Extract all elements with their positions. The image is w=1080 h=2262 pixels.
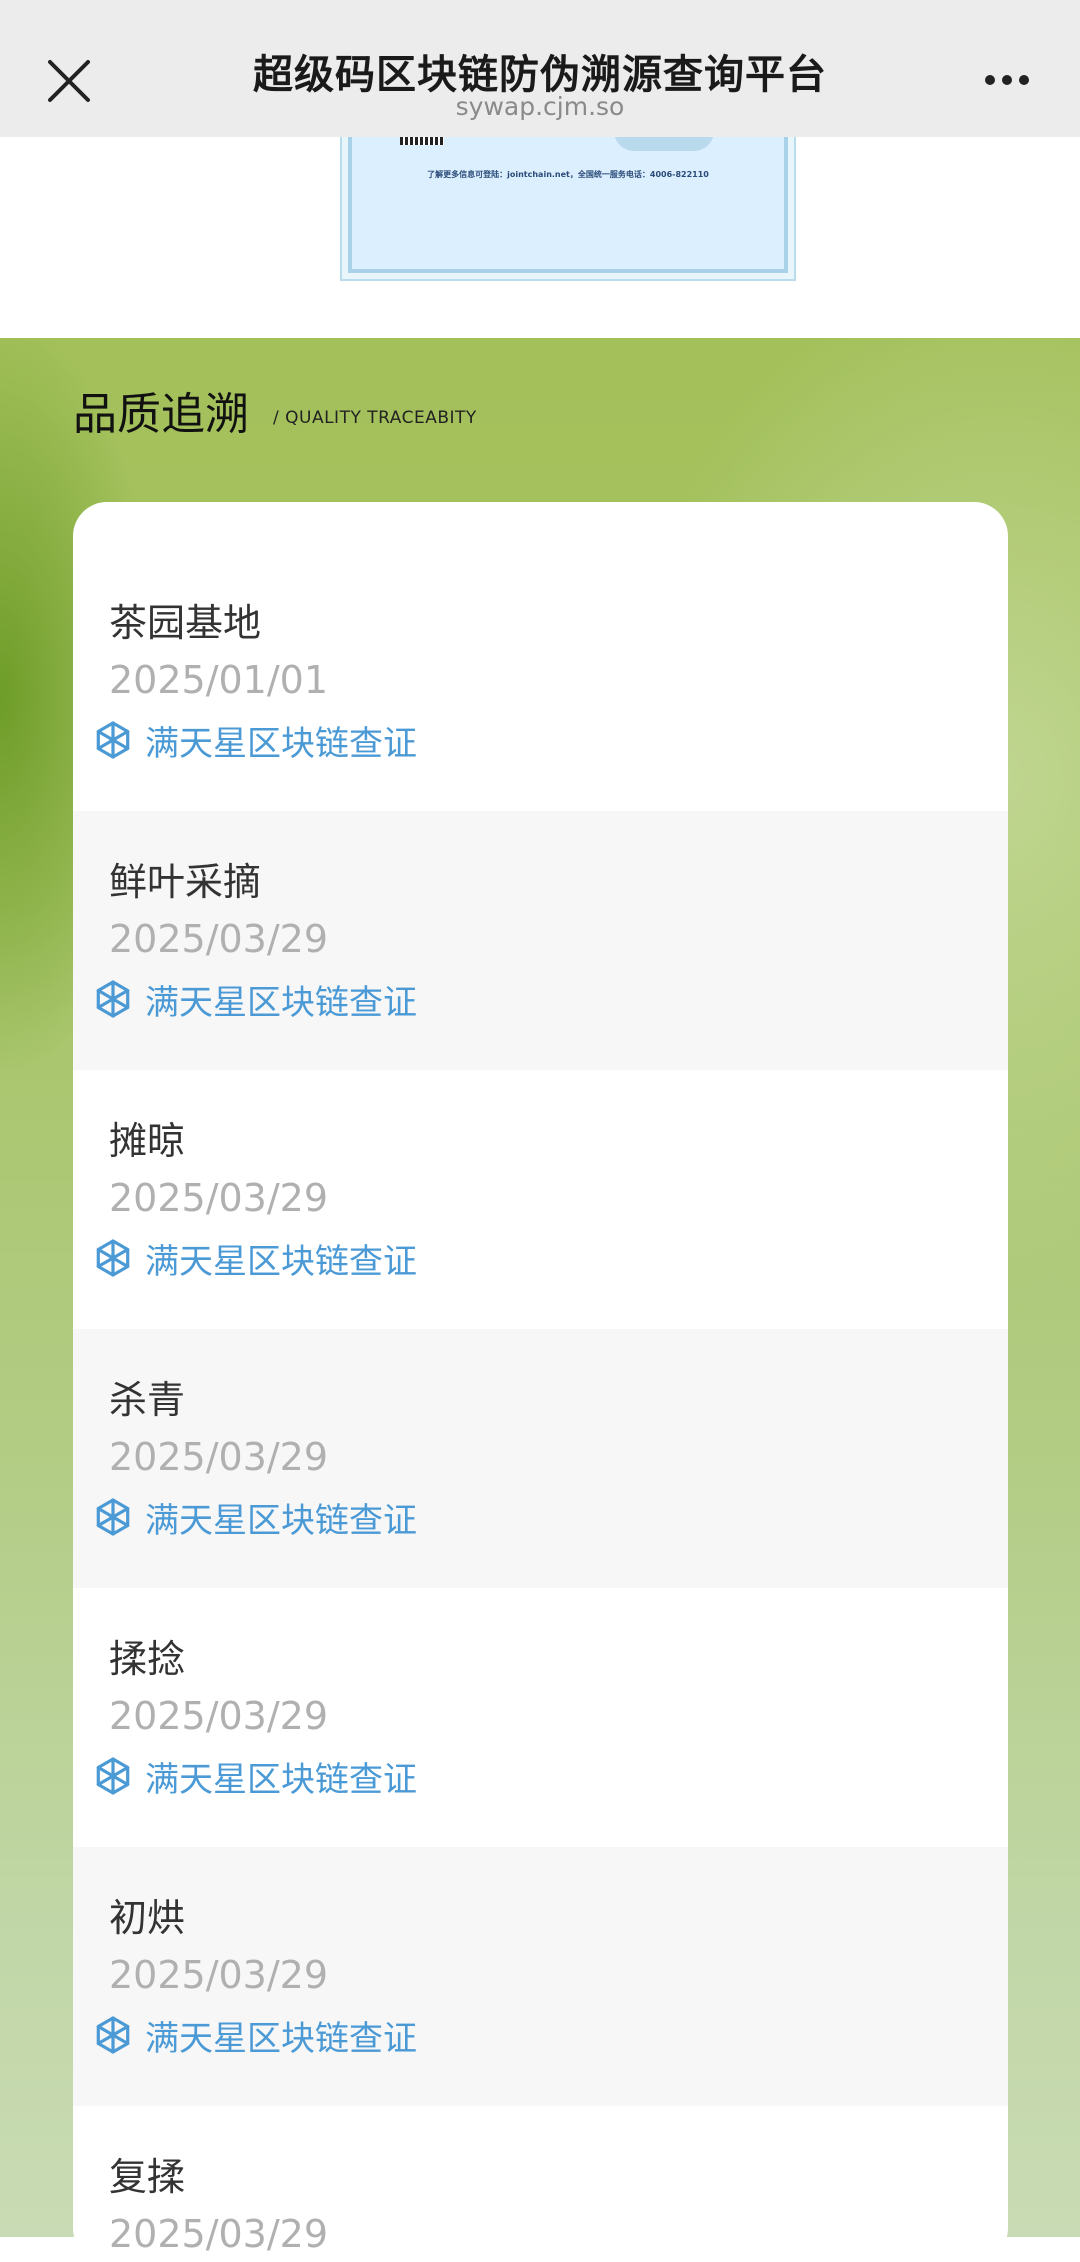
snowflake-icon	[96, 721, 130, 759]
verify-label: 满天星区块链查证	[145, 982, 417, 1023]
trace-step: 揉捻 2025/03/29 满天星区块链查证	[73, 1588, 1008, 1847]
blockchain-verify-link[interactable]: 满天星区块链查证	[93, 1495, 417, 1541]
section-subtitle: / QUALITY TRACEABITY	[273, 408, 477, 428]
step-name: 摊晾	[109, 1119, 186, 1163]
step-date: 2025/03/29	[109, 1435, 329, 1479]
snowflake-icon	[96, 980, 130, 1018]
certificate-footnote: 了解更多信息可登陆：jointchain.net，全国统一服务电话：4006-8…	[427, 170, 709, 179]
snowflake-icon	[96, 1757, 130, 1795]
verify-label: 满天星区块链查证	[145, 2018, 417, 2059]
trace-step: 鲜叶采摘 2025/03/29 满天星区块链查证	[73, 811, 1008, 1070]
blockchain-verify-link[interactable]: 满天星区块链查证	[93, 2013, 417, 2059]
more-options-icon[interactable]	[984, 72, 1030, 88]
certificate-image: 了解更多信息可登陆：jointchain.net，全国统一服务电话：4006-8…	[348, 131, 788, 273]
trace-step: 复揉2025/03/29满天星区块链查证	[73, 2106, 1008, 2262]
certificate-area: 了解更多信息可登陆：jointchain.net，全国统一服务电话：4006-8…	[0, 131, 1080, 338]
snowflake-icon	[96, 1239, 130, 1277]
page-url: sywap.cjm.so	[455, 92, 625, 121]
trace-step: 茶园基地 2025/01/01 满天星区块链查证	[73, 502, 1008, 811]
step-name: 初烘	[109, 1896, 186, 1940]
verify-label: 满天星区块链查证	[145, 1241, 417, 1282]
blockchain-verify-link[interactable]: 满天星区块链查证	[93, 718, 417, 764]
step-date: 2025/03/29	[109, 1953, 329, 1997]
section-title: 品质追溯	[73, 389, 249, 440]
step-name: 鲜叶采摘	[109, 860, 262, 904]
trace-step: 摊晾 2025/03/29 满天星区块链查证	[73, 1070, 1008, 1329]
snowflake-icon	[96, 2016, 130, 2054]
blockchain-verify-link[interactable]: 满天星区块链查证	[93, 1754, 417, 1800]
trace-step: 初烘 2025/03/29 满天星区块链查证	[73, 1847, 1008, 2106]
blockchain-verify-link[interactable]: 满天星区块链查证	[93, 977, 417, 1023]
step-name: 揉捻	[109, 1637, 186, 1681]
step-name: 复揉	[109, 2155, 186, 2199]
verify-label: 满天星区块链查证	[145, 1500, 417, 1541]
step-date: 2025/01/01	[109, 658, 329, 702]
step-name: 杀青	[109, 1378, 186, 1422]
step-date: 2025/03/29	[109, 1694, 329, 1738]
verify-label: 满天星区块链查证	[145, 723, 417, 764]
trace-card: 茶园基地 2025/01/01 满天星区块链查证 鲜叶采摘 2025/03/29 满天星区…	[73, 502, 1008, 2262]
trace-step: 杀青 2025/03/29 满天星区块链查证	[73, 1329, 1008, 1588]
step-date: 2025/03/29	[109, 1176, 329, 1220]
step-name: 茶园基地	[109, 601, 262, 645]
snowflake-icon	[96, 1498, 130, 1536]
top-nav-bar: 超级码区块链防伪溯源查询平台 sywap.cjm.so	[0, 0, 1080, 137]
verify-label: 满天星区块链查证	[145, 1759, 417, 1800]
quality-trace-section: 品质追溯 / QUALITY TRACEABITY 茶园基地 2025/01/01…	[0, 338, 1080, 2262]
blockchain-verify-link[interactable]: 满天星区块链查证	[93, 1236, 417, 1282]
step-date: 2025/03/29	[109, 917, 329, 961]
step-date: 2025/03/29	[109, 2212, 329, 2256]
